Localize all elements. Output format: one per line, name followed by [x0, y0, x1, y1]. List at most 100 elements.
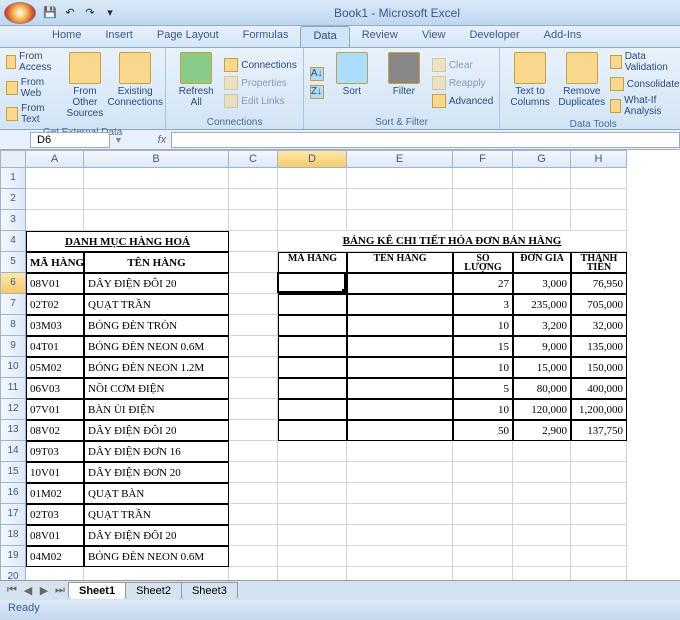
cell[interactable]: THÀNH TIỀN: [571, 252, 627, 273]
row-header[interactable]: 8: [0, 315, 26, 336]
column-header[interactable]: B: [84, 150, 229, 168]
cell[interactable]: [513, 504, 571, 525]
cell[interactable]: 10V01: [26, 462, 84, 483]
row-header[interactable]: 16: [0, 483, 26, 504]
cell[interactable]: [278, 189, 347, 210]
cell[interactable]: [84, 168, 229, 189]
cell[interactable]: 76,950: [571, 273, 627, 294]
cell[interactable]: [229, 168, 278, 189]
cell[interactable]: DANH MỤC HÀNG HOÁ: [26, 231, 229, 252]
cell[interactable]: [513, 546, 571, 567]
row-header[interactable]: 18: [0, 525, 26, 546]
name-box[interactable]: D6: [30, 132, 110, 148]
cell[interactable]: 08V01: [26, 273, 84, 294]
cell[interactable]: [229, 567, 278, 580]
sheet-nav-next-icon[interactable]: ▶: [36, 584, 52, 597]
cell[interactable]: [229, 399, 278, 420]
sort-za-button[interactable]: Z↓: [310, 84, 324, 100]
tab-page-layout[interactable]: Page Layout: [145, 26, 231, 47]
cell[interactable]: 3: [453, 294, 513, 315]
sheet-tab[interactable]: Sheet2: [125, 582, 182, 599]
cell[interactable]: [453, 210, 513, 231]
cell[interactable]: [453, 168, 513, 189]
row-header[interactable]: 7: [0, 294, 26, 315]
cell[interactable]: [571, 525, 627, 546]
column-header[interactable]: E: [347, 150, 453, 168]
row-header[interactable]: 15: [0, 462, 26, 483]
cell[interactable]: 3,000: [513, 273, 571, 294]
cell[interactable]: DÂY ĐIỆN ĐÔI 20: [84, 273, 229, 294]
sheet-nav-prev-icon[interactable]: ◀: [20, 584, 36, 597]
cell[interactable]: [453, 504, 513, 525]
what-if-button[interactable]: What-If Analysis: [610, 94, 680, 118]
fx-icon[interactable]: fx: [153, 134, 171, 146]
cell[interactable]: [453, 441, 513, 462]
cell[interactable]: [229, 336, 278, 357]
cell[interactable]: [278, 504, 347, 525]
cell[interactable]: [229, 210, 278, 231]
undo-icon[interactable]: ↶: [62, 5, 78, 21]
cell[interactable]: QUẠT BÀN: [84, 483, 229, 504]
cell[interactable]: 15: [453, 336, 513, 357]
cell[interactable]: [513, 210, 571, 231]
cell[interactable]: [278, 210, 347, 231]
cell[interactable]: 5: [453, 378, 513, 399]
tab-add-ins[interactable]: Add-Ins: [532, 26, 594, 47]
row-header[interactable]: 14: [0, 441, 26, 462]
cell[interactable]: [347, 210, 453, 231]
from-access-button[interactable]: From Access: [6, 50, 59, 74]
sheet-nav-first-icon[interactable]: ⏮: [4, 584, 20, 597]
cell[interactable]: QUẠT TRẦN: [84, 294, 229, 315]
row-header[interactable]: 19: [0, 546, 26, 567]
sort-az-button[interactable]: A↓: [310, 66, 324, 82]
cell[interactable]: [278, 546, 347, 567]
cell[interactable]: 137,750: [571, 420, 627, 441]
cell[interactable]: [84, 189, 229, 210]
cell[interactable]: [347, 294, 453, 315]
cell[interactable]: 02T02: [26, 294, 84, 315]
cell[interactable]: [229, 294, 278, 315]
cell[interactable]: 04T01: [26, 336, 84, 357]
column-header[interactable]: C: [229, 150, 278, 168]
tab-insert[interactable]: Insert: [93, 26, 145, 47]
cell[interactable]: [571, 168, 627, 189]
cell[interactable]: SỐ LƯỢNG: [453, 252, 513, 273]
cell[interactable]: [453, 483, 513, 504]
row-header[interactable]: 4: [0, 231, 26, 252]
cell[interactable]: [84, 210, 229, 231]
sheet-tab[interactable]: Sheet1: [68, 582, 126, 599]
tab-review[interactable]: Review: [350, 26, 410, 47]
cell[interactable]: [278, 441, 347, 462]
row-header[interactable]: 5: [0, 252, 26, 273]
cell[interactable]: [229, 546, 278, 567]
cell[interactable]: 80,000: [513, 378, 571, 399]
from-text-button[interactable]: From Text: [6, 102, 59, 126]
cell[interactable]: [229, 525, 278, 546]
cell[interactable]: [278, 525, 347, 546]
cell[interactable]: [347, 357, 453, 378]
cell[interactable]: 03M03: [26, 315, 84, 336]
cell[interactable]: 27: [453, 273, 513, 294]
cell[interactable]: 50: [453, 420, 513, 441]
cell[interactable]: [513, 168, 571, 189]
cell[interactable]: [278, 567, 347, 580]
row-header[interactable]: 10: [0, 357, 26, 378]
cell[interactable]: [278, 420, 347, 441]
row-header[interactable]: 13: [0, 420, 26, 441]
cell[interactable]: [347, 504, 453, 525]
cell[interactable]: [347, 462, 453, 483]
cell[interactable]: BÓNG ĐÈN NEON 0.6M: [84, 336, 229, 357]
cell[interactable]: BÓNG ĐÈN TRÒN: [84, 315, 229, 336]
cell[interactable]: [453, 189, 513, 210]
properties-button[interactable]: Properties: [224, 75, 297, 91]
cell[interactable]: [347, 168, 453, 189]
cell[interactable]: TÊN HÀNG: [84, 252, 229, 273]
cell[interactable]: [229, 273, 278, 294]
cell[interactable]: [571, 504, 627, 525]
remove-duplicates-button[interactable]: Remove Duplicates: [558, 50, 606, 118]
cell[interactable]: [347, 273, 453, 294]
existing-connections-button[interactable]: Existing Connections: [111, 50, 159, 126]
cell[interactable]: [453, 525, 513, 546]
cell[interactable]: BÀN ỦI ĐIỆN: [84, 399, 229, 420]
cell[interactable]: 08V01: [26, 525, 84, 546]
